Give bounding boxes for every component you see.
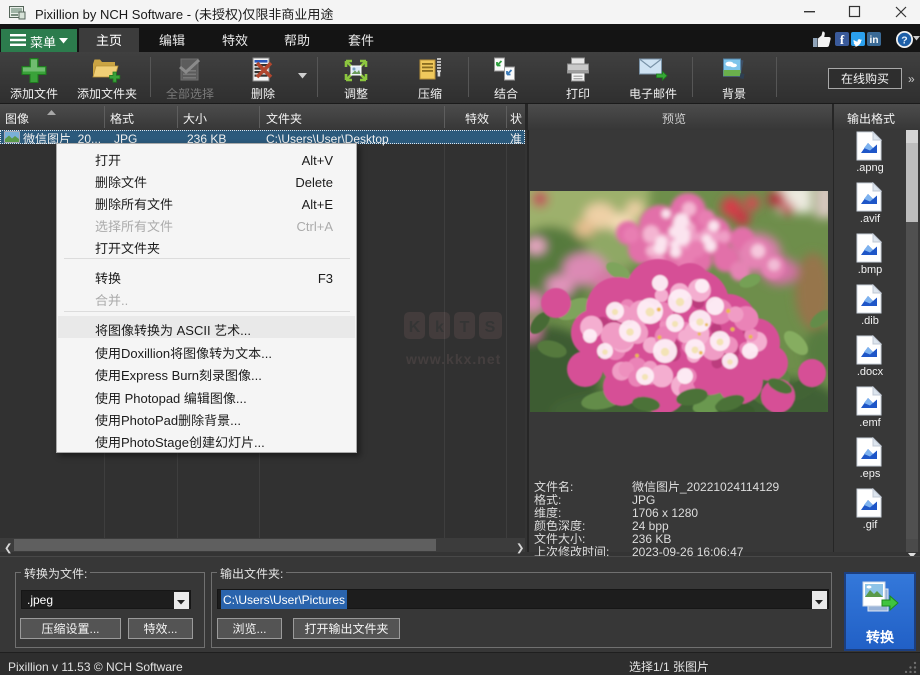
svg-text:?: ? <box>901 34 907 46</box>
svg-text:K: K <box>409 319 421 336</box>
svg-text:k: k <box>435 319 444 336</box>
svg-text:www.kkx.net: www.kkx.net <box>405 351 501 367</box>
svg-text:S: S <box>485 319 496 336</box>
svg-text:T: T <box>460 319 470 336</box>
